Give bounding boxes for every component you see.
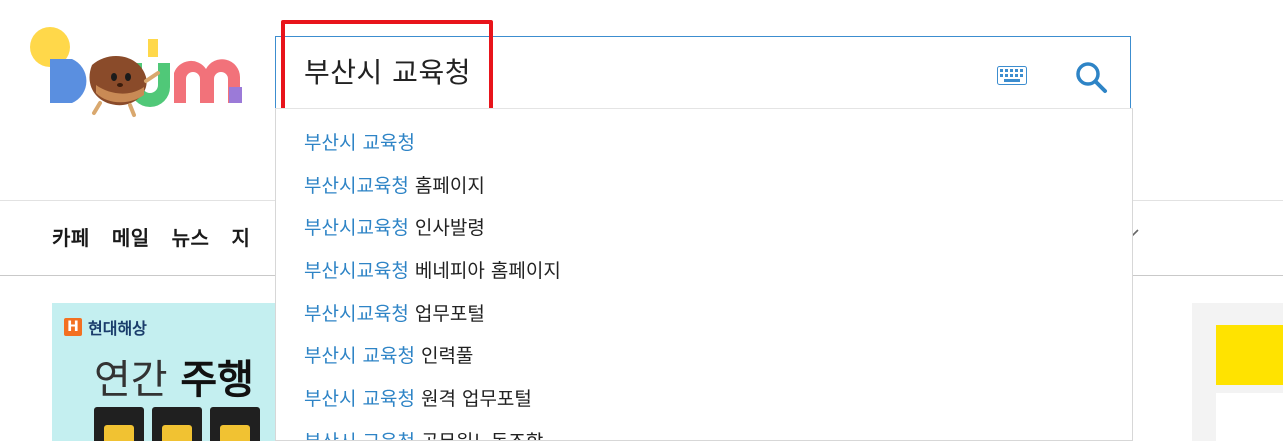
suggestion-rest: 업무포털 [408,303,485,325]
autocomplete-dropdown: 부산시 교육청 부산시교육청 홈페이지 부산시교육청 인사발령 부산시교육청 베… [275,108,1133,441]
keyboard-icon[interactable] [997,66,1027,85]
ad-counter-digit [94,407,144,441]
hyundai-marine-logo-icon: H [64,318,82,336]
ad-headline-light: 연간 [94,357,181,403]
query-highlight-box [281,20,493,112]
suggestion-rest: 원격 업무포털 [414,388,532,410]
ad-brand: H 현대해상 [64,315,147,339]
suggestion-rest: 인사발령 [408,217,485,239]
nav-item-mail[interactable]: 메일 [112,222,150,251]
suggestion-item[interactable]: 부산시 교육청 원격 업무포털 [304,384,532,414]
suggestion-match: 부산시교육청 [304,260,409,282]
suggestion-match: 부산시교육청 [304,303,409,325]
suggestion-match: 부산시교육청 [304,175,409,197]
suggestion-match: 부산시 교육청 [304,431,415,440]
service-nav: 카페 메일 뉴스 지 [52,222,250,251]
right-panel-card [1216,393,1283,441]
suggestion-rest: 베네피아 홈페이지 [408,260,561,282]
suggestion-item[interactable]: 부산시 교육청 인력풀 [304,341,473,371]
suggestion-item[interactable]: 부산시교육청 인사발령 [304,213,485,243]
suggestion-match: 부산시 교육청 [304,132,415,154]
daum-logo[interactable] [30,25,246,120]
suggestion-match: 부산시 교육청 [304,345,415,367]
suggestion-rest: 인력풀 [414,345,474,367]
suggestion-item[interactable]: 부산시교육청 홈페이지 [304,171,485,201]
ad-headline: 연간 주행 [94,347,254,405]
ad-mileage-counter [94,407,260,441]
suggestion-match: 부산시 교육청 [304,388,415,410]
ad-brand-name: 현대해상 [88,319,147,338]
nav-item-cafe[interactable]: 카페 [52,222,90,251]
nav-item-news[interactable]: 뉴스 [172,222,210,251]
right-promo-banner[interactable] [1216,325,1283,385]
nav-item-map[interactable]: 지 [231,222,250,251]
suggestion-rest: 홈페이지 [408,175,485,197]
ad-banner[interactable]: H 현대해상 연간 주행 [52,303,292,441]
ad-counter-digit [152,407,202,441]
suggestion-item[interactable]: 부산시교육청 베네피아 홈페이지 [304,256,561,286]
suggestion-match: 부산시교육청 [304,217,409,239]
ad-headline-bold: 주행 [180,357,254,403]
ad-counter-digit [210,407,260,441]
suggestion-rest: 공무원노동조합 [415,431,543,440]
suggestion-item[interactable]: 부산시교육청 업무포털 [304,299,485,329]
suggestion-item[interactable]: 부산시 교육청 [304,128,415,158]
suggestion-item[interactable]: 부산시 교육청 공무원노동조합 [304,427,543,440]
search-icon[interactable] [1074,60,1108,94]
